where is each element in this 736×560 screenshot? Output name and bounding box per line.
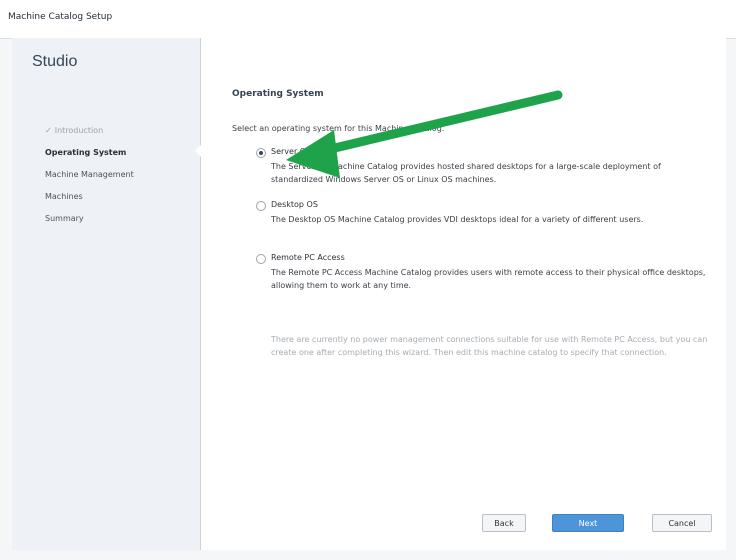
step-label: Machines bbox=[45, 192, 83, 201]
select-prompt: Select an operating system for this Mach… bbox=[232, 124, 445, 133]
step-label: Operating System bbox=[45, 148, 127, 157]
step-operating-system[interactable]: Operating System bbox=[45, 142, 134, 164]
title-bar: Machine Catalog Setup bbox=[0, 0, 736, 39]
studio-title: Studio bbox=[32, 53, 78, 70]
step-machines[interactable]: Machines bbox=[45, 186, 134, 208]
back-button[interactable]: Back bbox=[482, 514, 526, 532]
desktop-os-label[interactable]: Desktop OS bbox=[271, 200, 318, 209]
remote-pc-label[interactable]: Remote PC Access bbox=[271, 253, 345, 262]
server-os-description: The Server OS Machine Catalog provides h… bbox=[271, 162, 661, 184]
steps-panel bbox=[12, 38, 201, 550]
step-label: Introduction bbox=[54, 126, 104, 135]
window-title: Machine Catalog Setup bbox=[8, 12, 113, 22]
step-machine-management[interactable]: Machine Management bbox=[45, 164, 134, 186]
remote-pc-radio[interactable] bbox=[256, 254, 266, 264]
check-icon: ✓ bbox=[45, 126, 52, 135]
steps-list: ✓ Introduction Operating System Machine M… bbox=[45, 120, 134, 230]
step-label: Machine Management bbox=[45, 170, 134, 179]
next-button[interactable]: Next bbox=[552, 514, 624, 532]
server-os-label[interactable]: Server OS bbox=[271, 147, 311, 156]
step-introduction[interactable]: ✓ Introduction bbox=[45, 120, 134, 142]
cancel-button[interactable]: Cancel bbox=[652, 514, 712, 532]
server-os-radio[interactable] bbox=[256, 148, 266, 158]
remote-pc-description: The Remote PC Access Machine Catalog pro… bbox=[271, 268, 706, 290]
content-panel bbox=[201, 38, 726, 550]
desktop-os-description: The Desktop OS Machine Catalog provides … bbox=[271, 215, 644, 224]
step-summary[interactable]: Summary bbox=[45, 208, 134, 230]
info-note: There are currently no power management … bbox=[271, 335, 708, 357]
desktop-os-radio[interactable] bbox=[256, 201, 266, 211]
step-label: Summary bbox=[45, 214, 84, 223]
wizard-window: Machine Catalog Setup Studio ✓ Introducti… bbox=[0, 0, 736, 560]
page-title: Operating System bbox=[232, 89, 324, 99]
current-step-pointer bbox=[195, 143, 203, 159]
